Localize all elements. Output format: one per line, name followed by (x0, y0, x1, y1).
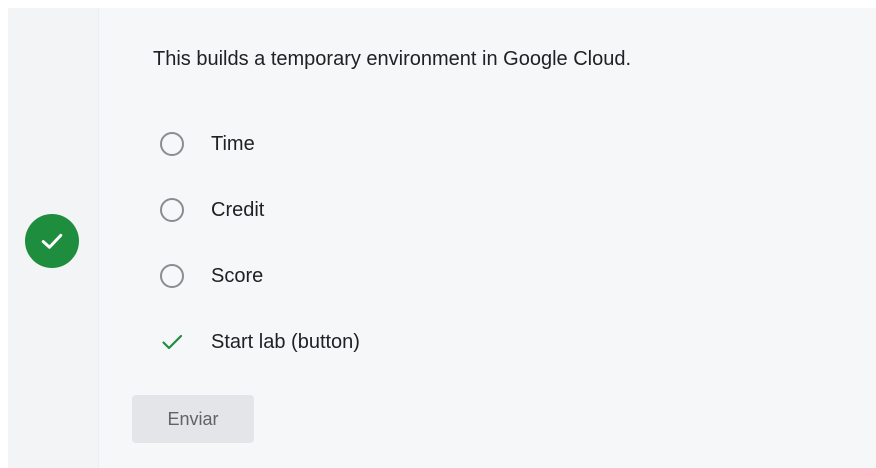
option-label: Time (211, 132, 255, 155)
radio-button[interactable] (160, 132, 184, 156)
option-credit[interactable]: Credit (160, 192, 264, 228)
radio-button[interactable] (160, 264, 184, 288)
question-text: This builds a temporary environment in G… (153, 48, 632, 70)
option-label: Start lab (button) (211, 330, 360, 353)
status-column (8, 8, 99, 468)
correct-status-icon (25, 214, 79, 268)
option-score[interactable]: Score (160, 258, 263, 294)
correct-check-icon (160, 330, 184, 354)
radio-button[interactable] (160, 198, 184, 222)
option-label: Score (211, 264, 264, 287)
submit-button[interactable]: Enviar (132, 395, 254, 443)
quiz-question-card: This builds a temporary environment in G… (8, 8, 876, 468)
option-time[interactable]: Time (160, 126, 255, 162)
option-start-lab[interactable]: Start lab (button) (160, 324, 360, 360)
option-label: Credit (211, 198, 265, 221)
checkmark-icon (41, 233, 63, 249)
